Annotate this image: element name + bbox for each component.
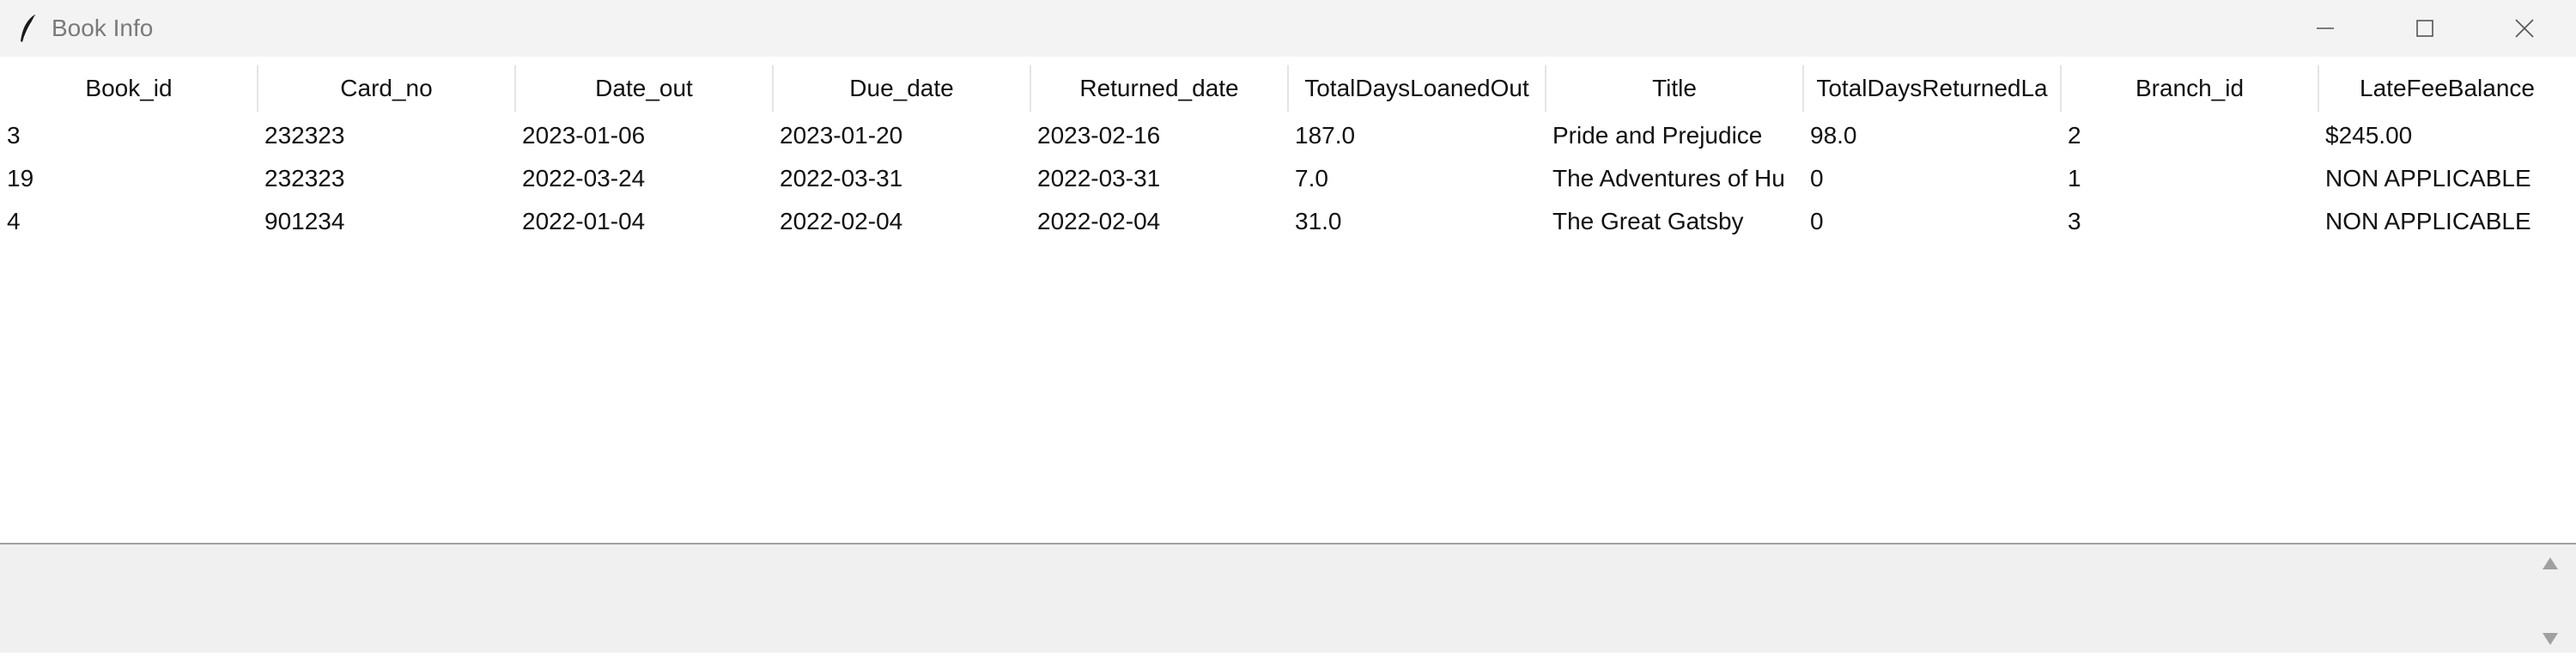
table-cell: 232323 [264, 122, 345, 149]
feather-icon [21, 13, 37, 42]
table-cell: 2023-01-20 [780, 122, 903, 149]
table-cell: 2023-01-06 [522, 122, 646, 149]
column-header[interactable]: TotalDaysReturnedLa [1803, 60, 2061, 117]
table-cell: NON APPLICABLE [2325, 208, 2531, 234]
column-header[interactable]: Book_id [0, 60, 258, 117]
table-cell: 2022-02-04 [780, 208, 903, 234]
table-cell: Pride and Prejudice [1552, 122, 1763, 149]
table-cell: $245.00 [2325, 122, 2413, 149]
column-header[interactable]: Due_date [773, 60, 1030, 117]
scroll-up-arrow-icon[interactable] [2540, 553, 2561, 574]
table-cell: 0 [1810, 208, 1824, 234]
column-separator[interactable] [772, 65, 774, 112]
minimize-icon [2317, 27, 2334, 29]
table-cell: NON APPLICABLE [2325, 165, 2531, 192]
table-cell: 2022-01-04 [522, 208, 646, 234]
column-header[interactable]: Card_no [258, 60, 515, 117]
table-cell: 2 [2068, 122, 2081, 149]
title-bar[interactable]: Book Info [0, 0, 2576, 57]
table-cell: The Adventures of Hu [1552, 165, 1785, 192]
column-separator[interactable] [1545, 65, 1546, 112]
scroll-down-arrow-icon[interactable] [2540, 629, 2561, 649]
close-button[interactable] [2475, 0, 2574, 57]
table-cell: 4 [7, 208, 21, 234]
table-cell: 2022-03-24 [522, 165, 646, 192]
table-cell: 0 [1810, 165, 1824, 192]
table-cell: The Great Gatsby [1552, 208, 1744, 234]
table-cell: 31.0 [1295, 208, 1342, 234]
column-header[interactable]: Branch_id [2061, 60, 2318, 117]
window-title: Book Info [52, 15, 154, 41]
column-separator[interactable] [514, 65, 516, 112]
table-cell: 3 [2068, 208, 2081, 234]
bottom-edge [0, 653, 2576, 657]
table-cell: 2022-02-04 [1037, 208, 1161, 234]
table-cell: 3 [7, 122, 21, 149]
table-cell: 2022-03-31 [780, 165, 903, 192]
column-header[interactable]: TotalDaysLoanedOut [1288, 60, 1546, 117]
column-separator[interactable] [257, 65, 258, 112]
table-cell: 1 [2068, 165, 2081, 192]
table-cell: 98.0 [1810, 122, 1857, 149]
book-info-table[interactable]: Book_id Card_no Date_out Due_date Returned_d… [0, 60, 2576, 543]
table-cell: 2023-02-16 [1037, 122, 1161, 149]
table-cell: 232323 [264, 165, 345, 192]
table-row[interactable]: 3 232323 2023-01-06 2023-01-20 2023-02-16 187… [0, 114, 2576, 157]
table-cell: 19 [7, 165, 34, 192]
minimize-button[interactable] [2275, 0, 2375, 57]
maximize-icon [2416, 20, 2433, 37]
column-separator[interactable] [2318, 65, 2319, 112]
table-cell: 2022-03-31 [1037, 165, 1161, 192]
column-header[interactable]: Date_out [515, 60, 773, 117]
column-separator[interactable] [1030, 65, 1031, 112]
book-info-window: Book Info Book_id Card_no Date_out Due_date… [0, 0, 2576, 657]
column-header[interactable]: Returned_date [1030, 60, 1288, 117]
vertical-scrollbar[interactable] [2524, 544, 2576, 657]
table-row[interactable]: 19 232323 2022-03-24 2022-03-31 2022-03-31 7.… [0, 157, 2576, 200]
column-header[interactable]: Title [1546, 60, 1803, 117]
table-row[interactable]: 4 901234 2022-01-04 2022-02-04 2022-02-04 31.… [0, 200, 2576, 243]
column-separator[interactable] [1287, 65, 1289, 112]
table-cell: 901234 [264, 208, 345, 234]
table-header: Book_id Card_no Date_out Due_date Returned_d… [0, 60, 2576, 117]
maximize-button[interactable] [2375, 0, 2475, 57]
table-cell: 7.0 [1295, 165, 1328, 192]
column-separator[interactable] [2060, 65, 2062, 112]
column-header[interactable]: LateFeeBalance [2318, 60, 2576, 117]
table-cell: 187.0 [1295, 122, 1356, 149]
close-icon [2515, 19, 2534, 38]
bottom-panel [0, 544, 2576, 657]
column-separator[interactable] [1802, 65, 1804, 112]
